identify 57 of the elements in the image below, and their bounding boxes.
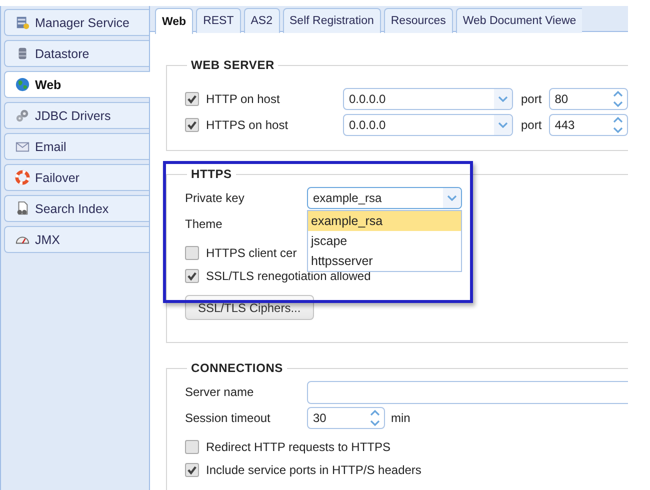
section-title: CONNECTIONS [190,361,284,375]
checkbox-label: HTTPS client cer [206,246,297,260]
tab[interactable]: REST [196,8,241,33]
document-icon [15,201,30,216]
sidebar-item[interactable]: Failover [4,164,149,191]
checkbox-label: SSL/TLS renegotiation allowed [206,268,371,282]
host-select[interactable]: 0.0.0.0 [343,114,513,136]
private-key-select[interactable]: example_rsa [307,187,462,209]
checkbox[interactable] [185,462,199,476]
port-label: port [521,92,542,106]
port-label: port [521,118,542,132]
gears-icon [15,108,30,123]
tab[interactable]: Web Document Viewe [456,8,582,33]
sidebar-item[interactable]: JDBC Drivers [4,102,149,129]
timeout-spinner[interactable]: 30 [307,407,385,429]
tab[interactable]: Self Registration [282,8,381,33]
checkbox[interactable] [185,268,199,282]
dropdown-option[interactable]: example_rsa [308,211,461,231]
tab[interactable]: AS2 [244,8,280,33]
section-title: HTTPS [190,167,233,181]
field-label: Theme [185,217,224,231]
server-icon [15,15,30,30]
sidebar-item[interactable]: Web [4,71,150,98]
tab[interactable]: Web [155,8,194,34]
field-label: Server name [185,385,255,399]
spinner-arrows-icon [612,89,624,109]
host-select[interactable]: 0.0.0.0 [343,88,513,110]
section-title: WEB SERVER [190,58,276,72]
port-spinner[interactable]: 443 [548,114,628,136]
checkbox[interactable] [185,92,199,106]
sidebar-item[interactable]: Datastore [4,40,149,67]
server-name-field[interactable] [307,380,628,404]
sidebar-item[interactable]: Manager Service [4,9,149,36]
sidebar-item[interactable]: Search Index [4,195,149,222]
checkbox[interactable] [185,118,199,132]
dropdown-option[interactable]: jscape [308,231,461,251]
dropdown-option[interactable]: httpsserver [308,251,461,271]
spinner-arrows-icon [612,115,624,135]
field-label: Private key [185,191,246,205]
caret-icon [498,96,508,102]
sidebar-item[interactable]: Email [4,133,149,160]
checkbox-label: Redirect HTTP requests to HTTPS [206,440,390,454]
tab[interactable]: Resources [384,8,453,33]
sidebar-item[interactable]: JMX [4,226,149,253]
checkbox-label: HTTPS on host [206,118,290,132]
field-label: Session timeout [185,411,272,425]
checkbox[interactable] [185,246,199,260]
caret-icon [498,122,508,128]
checkbox-label: HTTP on host [206,92,281,106]
globe-icon [15,77,30,92]
lifebuoy-icon [15,170,30,185]
checkbox-label: Include service ports in HTTP/S headers [206,462,422,476]
spinner-arrows-icon [369,408,381,428]
port-spinner[interactable]: 80 [548,88,628,110]
checkbox[interactable] [185,440,199,454]
caret-icon [447,195,457,201]
unit-label: min [391,411,410,425]
